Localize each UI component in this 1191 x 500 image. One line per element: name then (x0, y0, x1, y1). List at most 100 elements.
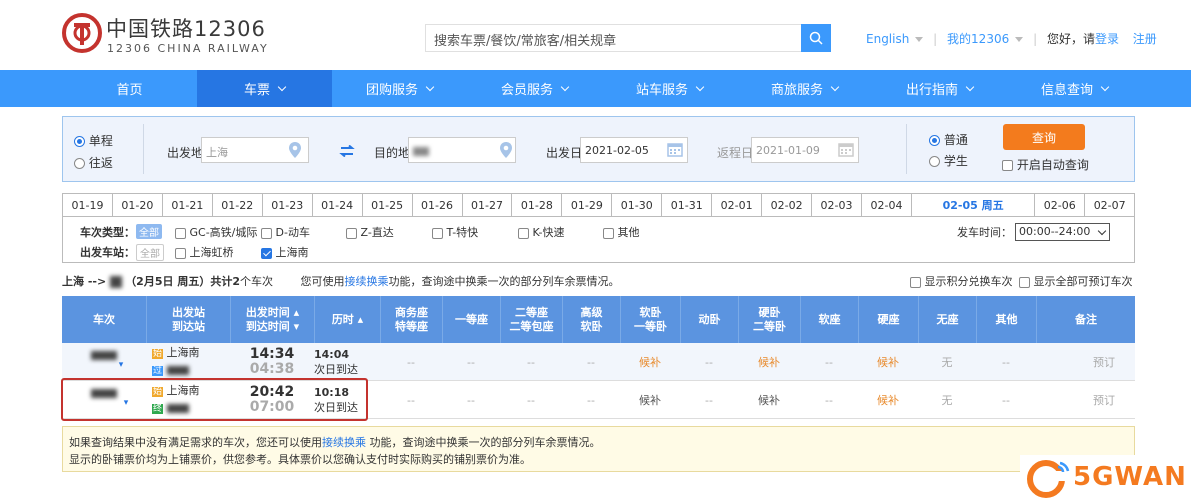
date-tab[interactable]: 01-21 (163, 194, 213, 216)
checkbox-label: 其他 (617, 226, 640, 239)
seat-cell: -- (1002, 355, 1010, 369)
date-tab[interactable]: 01-31 (662, 194, 713, 216)
date-tab[interactable]: 01-29 (562, 194, 613, 216)
from-station[interactable]: 上海南 (167, 346, 200, 359)
seat-cell-waitlist[interactable]: 候补 (858, 381, 918, 419)
col-train[interactable]: 车次 (62, 296, 146, 343)
student-radio[interactable]: 学生 (929, 152, 968, 169)
top-header: 中国铁路12306 12306 CHINA RAILWAY 搜索车票/餐饮/常旅… (0, 0, 1191, 70)
date-tab[interactable]: 01-22 (213, 194, 263, 216)
nav-label: 会员服务 (500, 83, 553, 98)
date-tab[interactable]: 01-19 (63, 194, 113, 216)
book-button[interactable]: 预订 (1036, 343, 1135, 381)
bookable-train-checkbox[interactable]: 显示全部可预订车次 (1019, 273, 1133, 289)
date-tab[interactable]: 02-01 (712, 194, 763, 216)
col-soft-sleeper: 软卧 一等卧 (620, 296, 680, 343)
nav-station[interactable]: 站车服务 (602, 70, 737, 107)
col-second: 二等座 二等包座 (500, 296, 562, 343)
date-tab-active[interactable]: 02-05 周五 (911, 194, 1036, 216)
checkbox-label: 上海虹桥 (189, 246, 234, 259)
date-tab[interactable]: 02-06 (1035, 194, 1086, 216)
col-times[interactable]: 出发时间 ▴ 到达时间 ▾ (230, 296, 314, 343)
nav-tickets[interactable]: 车票 (197, 70, 332, 107)
nav-group[interactable]: 团购服务 (332, 70, 467, 107)
seat-cell-waitlist[interactable]: 候补 (620, 343, 680, 381)
type-d-checkbox[interactable]: D-动车 (261, 224, 310, 240)
seat-cell-waitlist[interactable]: 候补 (738, 343, 800, 381)
depart-time-label: 发车时间： (957, 226, 1012, 239)
date-tab[interactable]: 02-03 (812, 194, 862, 216)
station-all-tag[interactable]: 全部 (136, 244, 164, 261)
col-duration[interactable]: 历时 ▴ (314, 296, 380, 343)
railway-logo-icon[interactable] (62, 13, 102, 53)
my12306-link[interactable]: 我的12306 (947, 32, 1009, 46)
chevron-down-icon (695, 82, 705, 91)
login-link[interactable]: 登录 (1095, 32, 1119, 46)
type-z-checkbox[interactable]: Z-直达 (346, 224, 394, 240)
calendar-icon[interactable] (667, 141, 683, 157)
swap-icon[interactable] (339, 145, 355, 157)
seat-cell-waitlist[interactable]: 候补 (858, 343, 918, 381)
oneway-radio[interactable]: 单程 (74, 132, 113, 149)
auto-query-checkbox[interactable]: 开启自动查询 (1002, 156, 1089, 173)
date-tab[interactable]: 01-24 (313, 194, 363, 216)
seat-cell: -- (527, 355, 535, 369)
date-tab[interactable]: 02-07 (1085, 194, 1134, 216)
search-box[interactable]: 搜索车票/餐饮/常旅客/相关规章 (425, 24, 831, 52)
register-link[interactable]: 注册 (1133, 32, 1157, 46)
nav-home[interactable]: 首页 (62, 70, 197, 107)
hint-text: 您可使用 (300, 275, 345, 288)
type-all-tag[interactable]: 全部 (136, 224, 162, 239)
transfer-link[interactable]: 接续换乘 (344, 275, 388, 288)
nav-guide[interactable]: 出行指南 (872, 70, 1007, 107)
nav-business[interactable]: 商旅服务 (737, 70, 872, 107)
roundtrip-radio[interactable]: 往返 (74, 154, 113, 171)
seat-cell: -- (705, 355, 713, 369)
col-no-seat: 无座 (918, 296, 976, 343)
nav-info[interactable]: 信息查询 (1007, 70, 1142, 107)
to-label: 目的地 (374, 146, 411, 160)
station-shanghainan-checkbox[interactable]: 上海南 (261, 244, 309, 260)
redacted-destination (109, 276, 122, 288)
normal-radio[interactable]: 普通 (929, 131, 968, 148)
type-t-checkbox[interactable]: T-特快 (432, 224, 478, 240)
type-gc-checkbox[interactable]: GC-高铁/城际 (175, 224, 257, 240)
station-hongqiao-checkbox[interactable]: 上海虹桥 (175, 244, 234, 260)
date-tab[interactable]: 02-02 (762, 194, 813, 216)
seat-cell-waitlist[interactable]: 候补 (738, 381, 800, 419)
type-k-checkbox[interactable]: K-快速 (518, 224, 565, 240)
date-tab[interactable]: 02-04 (862, 194, 912, 216)
transfer-link[interactable]: 接续换乘 (322, 436, 366, 449)
table-row[interactable]: ▾ 始 上海南 过 14:34 04:38 14:04 次日到达 -- -- -- … (62, 343, 1135, 381)
chevron-down-icon (1100, 82, 1110, 91)
date-tab[interactable]: 01-25 (363, 194, 413, 216)
return-label: 返程日 (717, 146, 754, 160)
date-tab[interactable]: 01-23 (263, 194, 313, 216)
date-tab[interactable]: 01-26 (413, 194, 463, 216)
date-text: （2月5日 周五）共计 (125, 275, 233, 288)
seat-cell-waitlist[interactable]: 候补 (620, 381, 680, 419)
date-tab[interactable]: 01-27 (463, 194, 513, 216)
points-train-checkbox[interactable]: 显示积分兑换车次 (910, 273, 1013, 289)
calendar-icon[interactable] (838, 141, 854, 157)
tag-label: 全部 (136, 224, 162, 239)
location-pin-icon (289, 142, 301, 158)
top-links: English | 我的12306 | 您好，请登录 注册 (866, 32, 1157, 46)
nav-member[interactable]: 会员服务 (467, 70, 602, 107)
logo-title: 中国铁路12306 (106, 17, 266, 41)
search-button[interactable] (801, 24, 831, 52)
station-cell: 始 上海南 过 (146, 343, 230, 381)
date-tab[interactable]: 01-28 (512, 194, 563, 216)
depart-time-select[interactable]: 00:00--24:00 (1015, 223, 1110, 241)
book-button[interactable]: 预订 (1036, 381, 1135, 419)
highlight-box (61, 378, 368, 421)
radio-label: 普通 (943, 133, 968, 147)
seat-cell: -- (705, 393, 713, 407)
date-tab[interactable]: 01-30 (612, 194, 663, 216)
date-tab[interactable]: 01-20 (113, 194, 163, 216)
language-switch[interactable]: English (866, 32, 909, 46)
type-other-checkbox[interactable]: 其他 (603, 224, 640, 240)
search-input[interactable]: 搜索车票/餐饮/常旅客/相关规章 (434, 30, 616, 49)
train-number[interactable]: ▾ (62, 343, 146, 381)
query-button[interactable]: 查询 (1003, 124, 1085, 150)
